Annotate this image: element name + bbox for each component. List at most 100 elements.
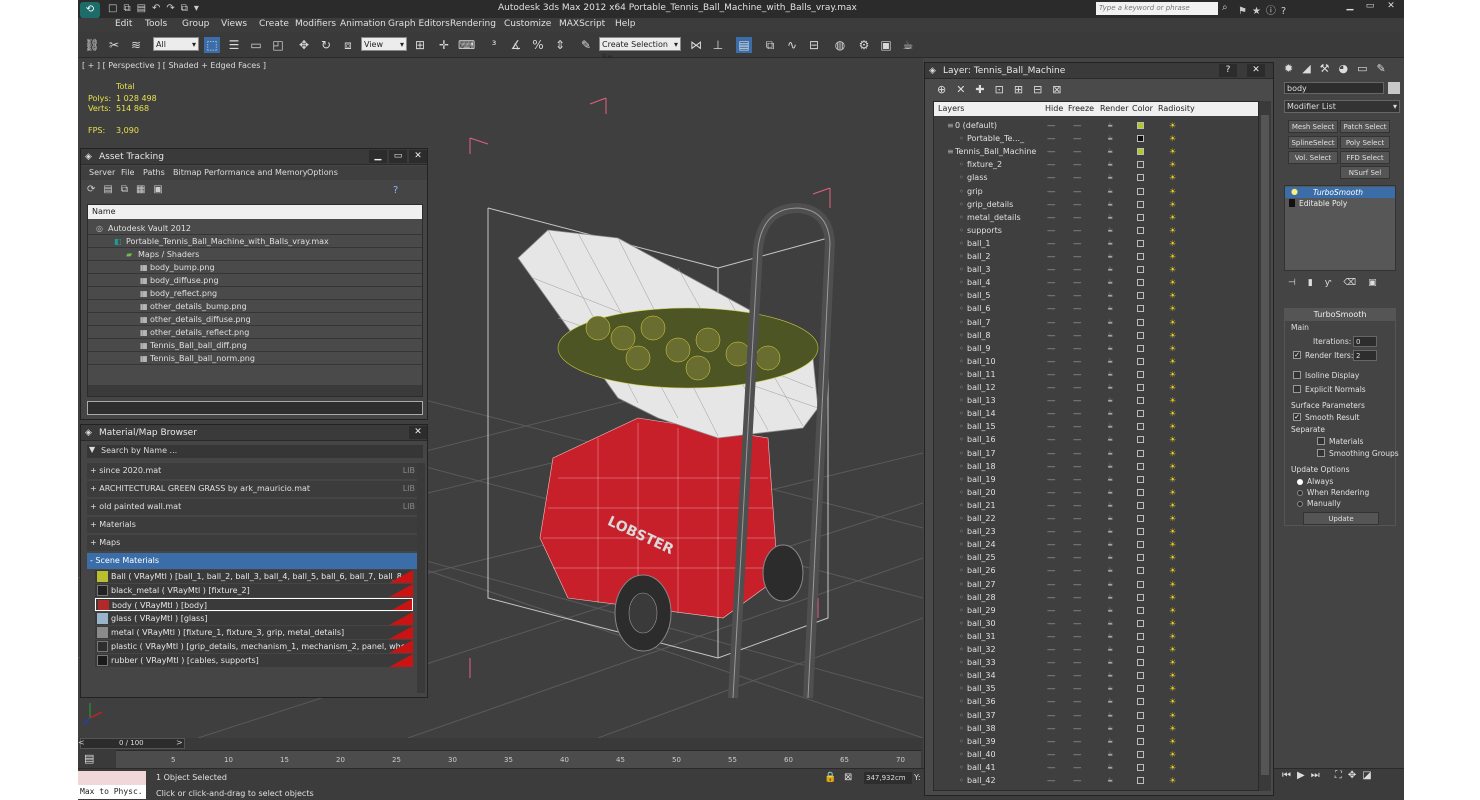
hide-toggle[interactable]: ---- xyxy=(1047,302,1055,315)
menu-views[interactable]: Views xyxy=(221,19,247,29)
render-setup-icon[interactable]: ⚙ xyxy=(856,37,872,53)
layer-row[interactable]: ball_15 ◦ ---- ---- ☕ ☀ xyxy=(939,420,1258,433)
radiosity-icon[interactable]: ☀ xyxy=(1169,263,1176,276)
freeze-toggle[interactable]: ---- xyxy=(1073,525,1081,538)
radiosity-icon[interactable]: ☀ xyxy=(1169,682,1176,695)
selection-filter-dropdown[interactable]: All xyxy=(153,37,199,51)
menu-arrow-icon[interactable]: ▼ xyxy=(89,445,95,454)
layer-color-swatch[interactable] xyxy=(1137,475,1144,483)
select-by-name-icon[interactable]: ☰ xyxy=(226,37,242,53)
render-teapot-icon[interactable]: ☕ xyxy=(1107,316,1113,329)
layer-color-swatch[interactable] xyxy=(1137,488,1144,496)
app-logo-icon[interactable]: ⟲ xyxy=(80,2,100,18)
hide-toggle[interactable]: ---- xyxy=(1047,224,1055,237)
hide-toggle[interactable]: ---- xyxy=(1047,171,1055,184)
freeze-toggle[interactable]: ---- xyxy=(1073,433,1081,446)
layer-color-swatch[interactable] xyxy=(1137,436,1144,444)
snap-3d-icon[interactable]: ³ xyxy=(486,37,502,53)
radiosity-icon[interactable]: ☀ xyxy=(1169,604,1176,617)
radiosity-icon[interactable]: ☀ xyxy=(1169,381,1176,394)
layer-row[interactable]: ball_35 ◦ ---- ---- ☕ ☀ xyxy=(939,682,1258,695)
radiosity-icon[interactable]: ☀ xyxy=(1169,302,1176,315)
library-row[interactable]: + Maps xyxy=(87,535,419,551)
radiosity-icon[interactable]: ☀ xyxy=(1169,473,1176,486)
col-render[interactable]: Render xyxy=(1100,102,1128,116)
layer-row[interactable]: ball_28 ◦ ---- ---- ☕ ☀ xyxy=(939,591,1258,604)
manually-radio[interactable] xyxy=(1297,501,1303,507)
hide-toggle[interactable]: ---- xyxy=(1047,591,1055,604)
asset-row[interactable]: ◧ Portable_Tennis_Ball_Machine_with_Balls… xyxy=(88,235,422,248)
hide-toggle[interactable]: ---- xyxy=(1047,263,1055,276)
radiosity-icon[interactable]: ☀ xyxy=(1169,564,1176,577)
smoothing-groups-checkbox[interactable] xyxy=(1317,449,1325,457)
render-teapot-icon[interactable]: ☕ xyxy=(1107,381,1113,394)
freeze-toggle[interactable]: ---- xyxy=(1073,656,1081,669)
layer-color-swatch[interactable] xyxy=(1137,554,1144,562)
layer-color-swatch[interactable] xyxy=(1137,763,1144,771)
bind-space-warp-icon[interactable]: ≋ xyxy=(128,37,144,53)
freeze-toggle[interactable]: ---- xyxy=(1073,407,1081,420)
menu-animation[interactable]: Animation xyxy=(340,19,386,29)
layer-row[interactable]: ball_5 ◦ ---- ---- ☕ ☀ xyxy=(939,289,1258,302)
render-teapot-icon[interactable]: ☕ xyxy=(1107,145,1113,158)
layer-color-swatch[interactable] xyxy=(1137,397,1144,405)
vol-select-button[interactable]: Vol. Select xyxy=(1288,151,1338,164)
curve-editor-icon[interactable]: ∿ xyxy=(784,37,800,53)
freeze-toggle[interactable]: ---- xyxy=(1073,420,1081,433)
radiosity-icon[interactable]: ☀ xyxy=(1169,316,1176,329)
edit-named-selection-icon[interactable]: ✎ xyxy=(578,37,594,53)
layer-color-swatch[interactable] xyxy=(1137,462,1144,470)
hide-toggle[interactable]: ---- xyxy=(1047,617,1055,630)
align-icon[interactable]: ⊥ xyxy=(710,37,726,53)
asset-row[interactable]: ▦ Tennis_Ball_ball_diff.png xyxy=(88,339,422,352)
layer-color-swatch[interactable] xyxy=(1137,567,1144,575)
material-row[interactable]: glass ( VRayMtl ) [glass] xyxy=(95,612,413,625)
layer-row[interactable]: ball_31 ◦ ---- ---- ☕ ☀ xyxy=(939,630,1258,643)
freeze-toggle[interactable]: ---- xyxy=(1073,473,1081,486)
render-teapot-icon[interactable]: ☕ xyxy=(1107,486,1113,499)
hide-toggle[interactable]: ---- xyxy=(1047,342,1055,355)
hide-toggle[interactable]: ---- xyxy=(1047,329,1055,342)
horizontal-scrollbar[interactable] xyxy=(88,385,422,396)
material-row[interactable]: black_metal ( VRayMtl ) [fixture_2] xyxy=(95,584,413,597)
material-row[interactable]: rubber ( VRayMtl ) [cables, supports] xyxy=(95,654,413,667)
freeze-toggle[interactable]: ---- xyxy=(1073,158,1081,171)
layer-row[interactable]: ball_18 ◦ ---- ---- ☕ ☀ xyxy=(939,460,1258,473)
scene-materials-header[interactable]: - Scene Materials xyxy=(87,553,419,569)
layer-color-swatch[interactable] xyxy=(1137,226,1144,234)
freeze-toggle[interactable]: ---- xyxy=(1073,591,1081,604)
render-teapot-icon[interactable]: ☕ xyxy=(1107,460,1113,473)
layer-row[interactable]: ball_20 ◦ ---- ---- ☕ ☀ xyxy=(939,486,1258,499)
select-object-icon[interactable]: ⬚ xyxy=(204,37,220,53)
freeze-toggle[interactable]: ---- xyxy=(1073,132,1081,145)
layer-row[interactable]: ball_4 ◦ ---- ---- ☕ ☀ xyxy=(939,276,1258,289)
rendered-frame-icon[interactable]: ▣ xyxy=(878,37,894,53)
layer-row[interactable]: ball_23 ◦ ---- ---- ☕ ☀ xyxy=(939,525,1258,538)
asset-tracking-titlebar[interactable]: ◈ Asset Tracking ▁ ▭ ✕ xyxy=(81,149,427,165)
render-teapot-icon[interactable]: ☕ xyxy=(1107,630,1113,643)
nsurf-sel-button[interactable]: NSurf Sel xyxy=(1340,166,1390,179)
freeze-toggle[interactable]: ---- xyxy=(1073,211,1081,224)
mirror-icon[interactable]: ⋈ xyxy=(688,37,704,53)
layer-color-swatch[interactable] xyxy=(1137,541,1144,549)
render-teapot-icon[interactable]: ☕ xyxy=(1107,211,1113,224)
material-row[interactable]: plastic ( VRayMtl ) [grip_details, mecha… xyxy=(95,640,413,653)
col-hide[interactable]: Hide xyxy=(1045,102,1063,116)
vertical-scrollbar[interactable] xyxy=(417,463,425,693)
freeze-toggle[interactable]: ---- xyxy=(1073,276,1081,289)
hide-toggle[interactable]: ---- xyxy=(1047,433,1055,446)
render-teapot-icon[interactable]: ☕ xyxy=(1107,499,1113,512)
render-teapot-icon[interactable]: ☕ xyxy=(1107,237,1113,250)
layer-color-swatch[interactable] xyxy=(1137,672,1144,680)
layer-color-swatch[interactable] xyxy=(1137,174,1144,182)
always-radio[interactable] xyxy=(1297,479,1303,485)
layer-row[interactable]: ball_30 ◦ ---- ---- ☕ ☀ xyxy=(939,617,1258,630)
layer-row[interactable]: ball_26 ◦ ---- ---- ☕ ☀ xyxy=(939,564,1258,577)
layer-row[interactable]: ball_25 ◦ ---- ---- ☕ ☀ xyxy=(939,551,1258,564)
hide-toggle[interactable]: ---- xyxy=(1047,289,1055,302)
layer-row[interactable]: ball_12 ◦ ---- ---- ☕ ☀ xyxy=(939,381,1258,394)
layer-color-swatch[interactable] xyxy=(1137,698,1144,706)
layer-color-swatch[interactable] xyxy=(1137,148,1144,156)
render-teapot-icon[interactable]: ☕ xyxy=(1107,224,1113,237)
asset-row[interactable]: ▰ Maps / Shaders xyxy=(88,248,422,261)
